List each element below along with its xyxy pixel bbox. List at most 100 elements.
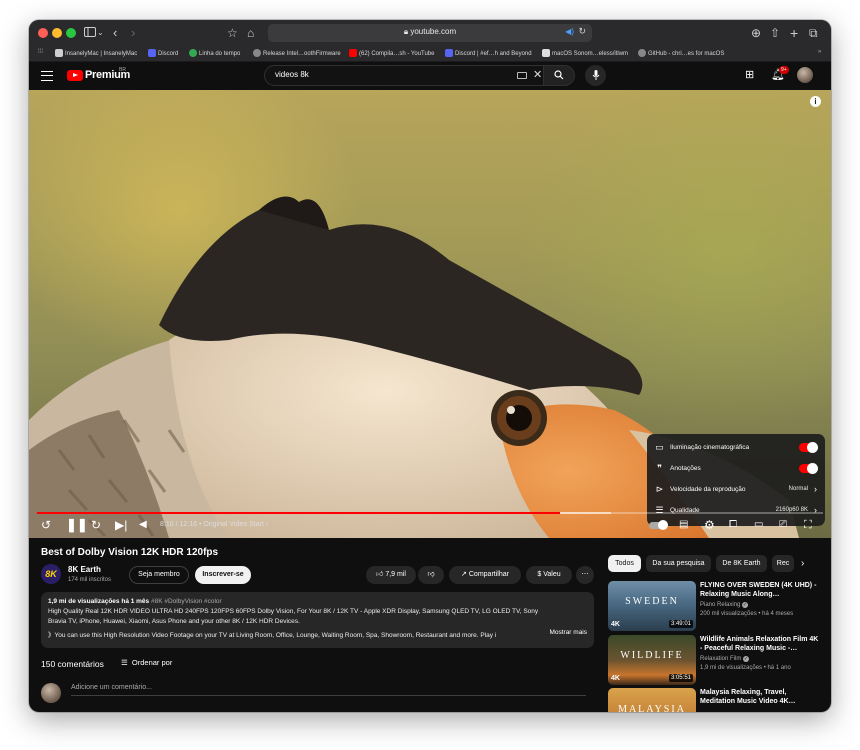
- settings-gear-icon[interactable]: ⚙︎: [704, 518, 715, 532]
- close-window-button[interactable]: [38, 28, 48, 38]
- chevron-down-icon[interactable]: ⌄: [97, 24, 104, 42]
- sidebar-toggle-icon[interactable]: [83, 24, 97, 42]
- autoplay-toggle[interactable]: [649, 520, 668, 530]
- subscribe-button[interactable]: Inscrever-se: [195, 566, 251, 584]
- annotations-row[interactable]: ❞ Anotações: [647, 459, 825, 479]
- zoom-window-button[interactable]: [66, 28, 76, 38]
- reload-icon[interactable]: ↻: [578, 26, 586, 37]
- recommendation-item[interactable]: MALAYSIA Malaysia Relaxing, Travel, Medi…: [608, 688, 823, 712]
- cinematic-toggle[interactable]: [799, 442, 818, 453]
- avatar: [41, 683, 61, 703]
- account-avatar[interactable]: [797, 67, 813, 83]
- recommendation-channel[interactable]: Piano Relaxing ✓: [700, 602, 749, 608]
- fullscreen-icon[interactable]: ⛶: [804, 518, 812, 532]
- bookmark-item[interactable]: Linha do tempo: [189, 49, 240, 57]
- thanks-button[interactable]: $ Valeu: [526, 566, 572, 584]
- url-text: youtube.com: [410, 27, 457, 36]
- miniplayer-icon[interactable]: ⧠: [729, 518, 737, 532]
- search-input[interactable]: videos 8k ✕: [264, 65, 544, 86]
- bookmark-item[interactable]: (62) Compila…sh - YouTube: [349, 49, 434, 57]
- youtube-logo[interactable]: [67, 70, 83, 81]
- hashtags[interactable]: #8K #DolbyVision #color: [151, 598, 222, 605]
- audio-icon[interactable]: ◀︎): [565, 27, 574, 36]
- chapter-title[interactable]: • Original Video Start: [199, 521, 264, 528]
- progress-bar[interactable]: [37, 512, 823, 514]
- title-bar: ⌄ ‹ › ☆ ⌂ 🔒︎ youtube.com ◀︎) ↻ ⊕ ⇧ + ⧉: [29, 20, 831, 46]
- home-icon[interactable]: ⌂: [247, 24, 254, 42]
- chip-all[interactable]: Todos: [608, 555, 641, 572]
- keyboard-icon[interactable]: [517, 72, 527, 79]
- download-icon[interactable]: ⊕: [751, 24, 761, 42]
- share-icon[interactable]: ⇧: [770, 24, 780, 42]
- more-bookmarks-icon[interactable]: »: [818, 49, 821, 55]
- more-actions-button[interactable]: ⋯: [576, 566, 594, 584]
- video-thumbnail[interactable]: SWEDEN 4K 3:49:01: [608, 581, 696, 631]
- discord-icon: [148, 49, 156, 57]
- chip-recent[interactable]: Rec: [772, 555, 794, 572]
- verified-icon: ✓: [742, 602, 749, 608]
- comment-input[interactable]: Adicione um comentário...: [71, 684, 586, 696]
- sort-button[interactable]: ☰ Ordenar por: [121, 658, 172, 667]
- star-icon[interactable]: ☆: [227, 24, 238, 42]
- channel-name[interactable]: 8K Earth: [68, 565, 101, 574]
- thumbs-up-icon: 👍︎: [376, 571, 384, 578]
- description-box[interactable]: 1,9 mi de visualizações há 1 mês #8K #Do…: [41, 592, 594, 648]
- bookmark-item[interactable]: InsanelyMac | InsanelyMac: [55, 49, 137, 57]
- airplay-icon[interactable]: ⎚: [779, 518, 787, 532]
- bookmark-item[interactable]: macOS Sonom…eless/itlwm: [542, 49, 628, 57]
- grid-icon[interactable]: ⁞⁞⁞: [38, 49, 43, 55]
- chip-from-search[interactable]: Da sua pesquisa: [646, 555, 711, 572]
- theater-mode-icon[interactable]: ▭: [754, 518, 763, 532]
- menu-icon[interactable]: [41, 71, 53, 81]
- back-button[interactable]: ‹: [113, 24, 117, 42]
- dislike-button[interactable]: 👎︎: [418, 566, 444, 584]
- forward-10-icon[interactable]: ↻: [91, 518, 101, 532]
- recommendation-channel[interactable]: Relaxation Film ✓: [700, 656, 750, 662]
- voice-search-button[interactable]: [585, 65, 606, 86]
- annotations-toggle[interactable]: [799, 463, 818, 474]
- recommendation-title[interactable]: FLYING OVER SWEDEN (4K UHD) - Relaxing M…: [700, 581, 822, 599]
- clear-search-icon[interactable]: ✕: [533, 69, 542, 81]
- bookmark-item[interactable]: Release Intel…oothFirmware: [253, 49, 341, 57]
- bookmark-item[interactable]: Discord | #ef…h and Beyond: [445, 49, 532, 57]
- video-thumbnail[interactable]: WILDLIFE 4K 3:05:51: [608, 635, 696, 685]
- forward-button[interactable]: ›: [131, 24, 135, 42]
- new-tab-icon[interactable]: +: [790, 24, 798, 42]
- subtitles-icon[interactable]: ▤: [679, 518, 688, 532]
- chip-from-channel[interactable]: De 8K Earth: [716, 555, 767, 572]
- bookmark-item[interactable]: GitHub - chri…es for macOS: [638, 49, 724, 57]
- address-bar[interactable]: 🔒︎ youtube.com ◀︎) ↻: [268, 24, 592, 42]
- rewind-10-icon[interactable]: ↺: [41, 518, 51, 532]
- channel-avatar[interactable]: 8K: [41, 564, 61, 584]
- discord-icon: [445, 49, 453, 57]
- video-player[interactable]: i ▭ Iluminação cinematográfica ❞ Anotaçõ…: [29, 90, 831, 538]
- time-display: 8:10 / 12:16 • Original Video Start ›: [160, 521, 269, 528]
- recommendation-title[interactable]: Malaysia Relaxing, Travel, Meditation Mu…: [700, 688, 822, 706]
- share-button[interactable]: ↗ Compartilhar: [449, 566, 521, 584]
- bookmark-item[interactable]: Discord: [148, 49, 178, 57]
- sort-icon: ☰: [121, 658, 128, 667]
- tab-overview-icon[interactable]: ⧉: [809, 24, 818, 42]
- description-line: 》You can use this High Resolution Video …: [48, 632, 497, 639]
- like-button[interactable]: 👍︎ 7,9 mil: [366, 566, 416, 584]
- recommendation-meta: 200 mil visualizações • há 4 meses: [700, 611, 794, 617]
- search-button[interactable]: [544, 65, 575, 86]
- next-button[interactable]: ▶︎|: [115, 518, 127, 532]
- verified-icon: ✓: [743, 656, 750, 662]
- show-more-button[interactable]: Mostrar mais: [549, 629, 587, 636]
- recommendation-item[interactable]: WILDLIFE 4K 3:05:51 Wildlife Animals Rel…: [608, 635, 823, 685]
- volume-icon[interactable]: ◀︎: [139, 518, 147, 532]
- chevron-right-icon[interactable]: ›: [801, 555, 804, 572]
- recommendation-item[interactable]: SWEDEN 4K 3:49:01 FLYING OVER SWEDEN (4K…: [608, 581, 823, 631]
- country-code: BR: [119, 67, 126, 73]
- create-video-icon[interactable]: ⊞: [745, 68, 754, 82]
- info-icon[interactable]: i: [810, 96, 821, 107]
- join-button[interactable]: Seja membro: [129, 566, 189, 584]
- cinematic-lighting-row[interactable]: ▭ Iluminação cinematográfica: [647, 438, 825, 458]
- play-circle-icon: ⊳: [655, 484, 664, 494]
- recommendation-title[interactable]: Wildlife Animals Relaxation Film 4K - Pe…: [700, 635, 822, 653]
- minimize-window-button[interactable]: [52, 28, 62, 38]
- pause-button[interactable]: ❚❚: [66, 518, 88, 532]
- playback-speed-row[interactable]: ⊳ Velocidade da reprodução Normal ›: [647, 480, 825, 500]
- video-thumbnail[interactable]: MALAYSIA: [608, 688, 696, 712]
